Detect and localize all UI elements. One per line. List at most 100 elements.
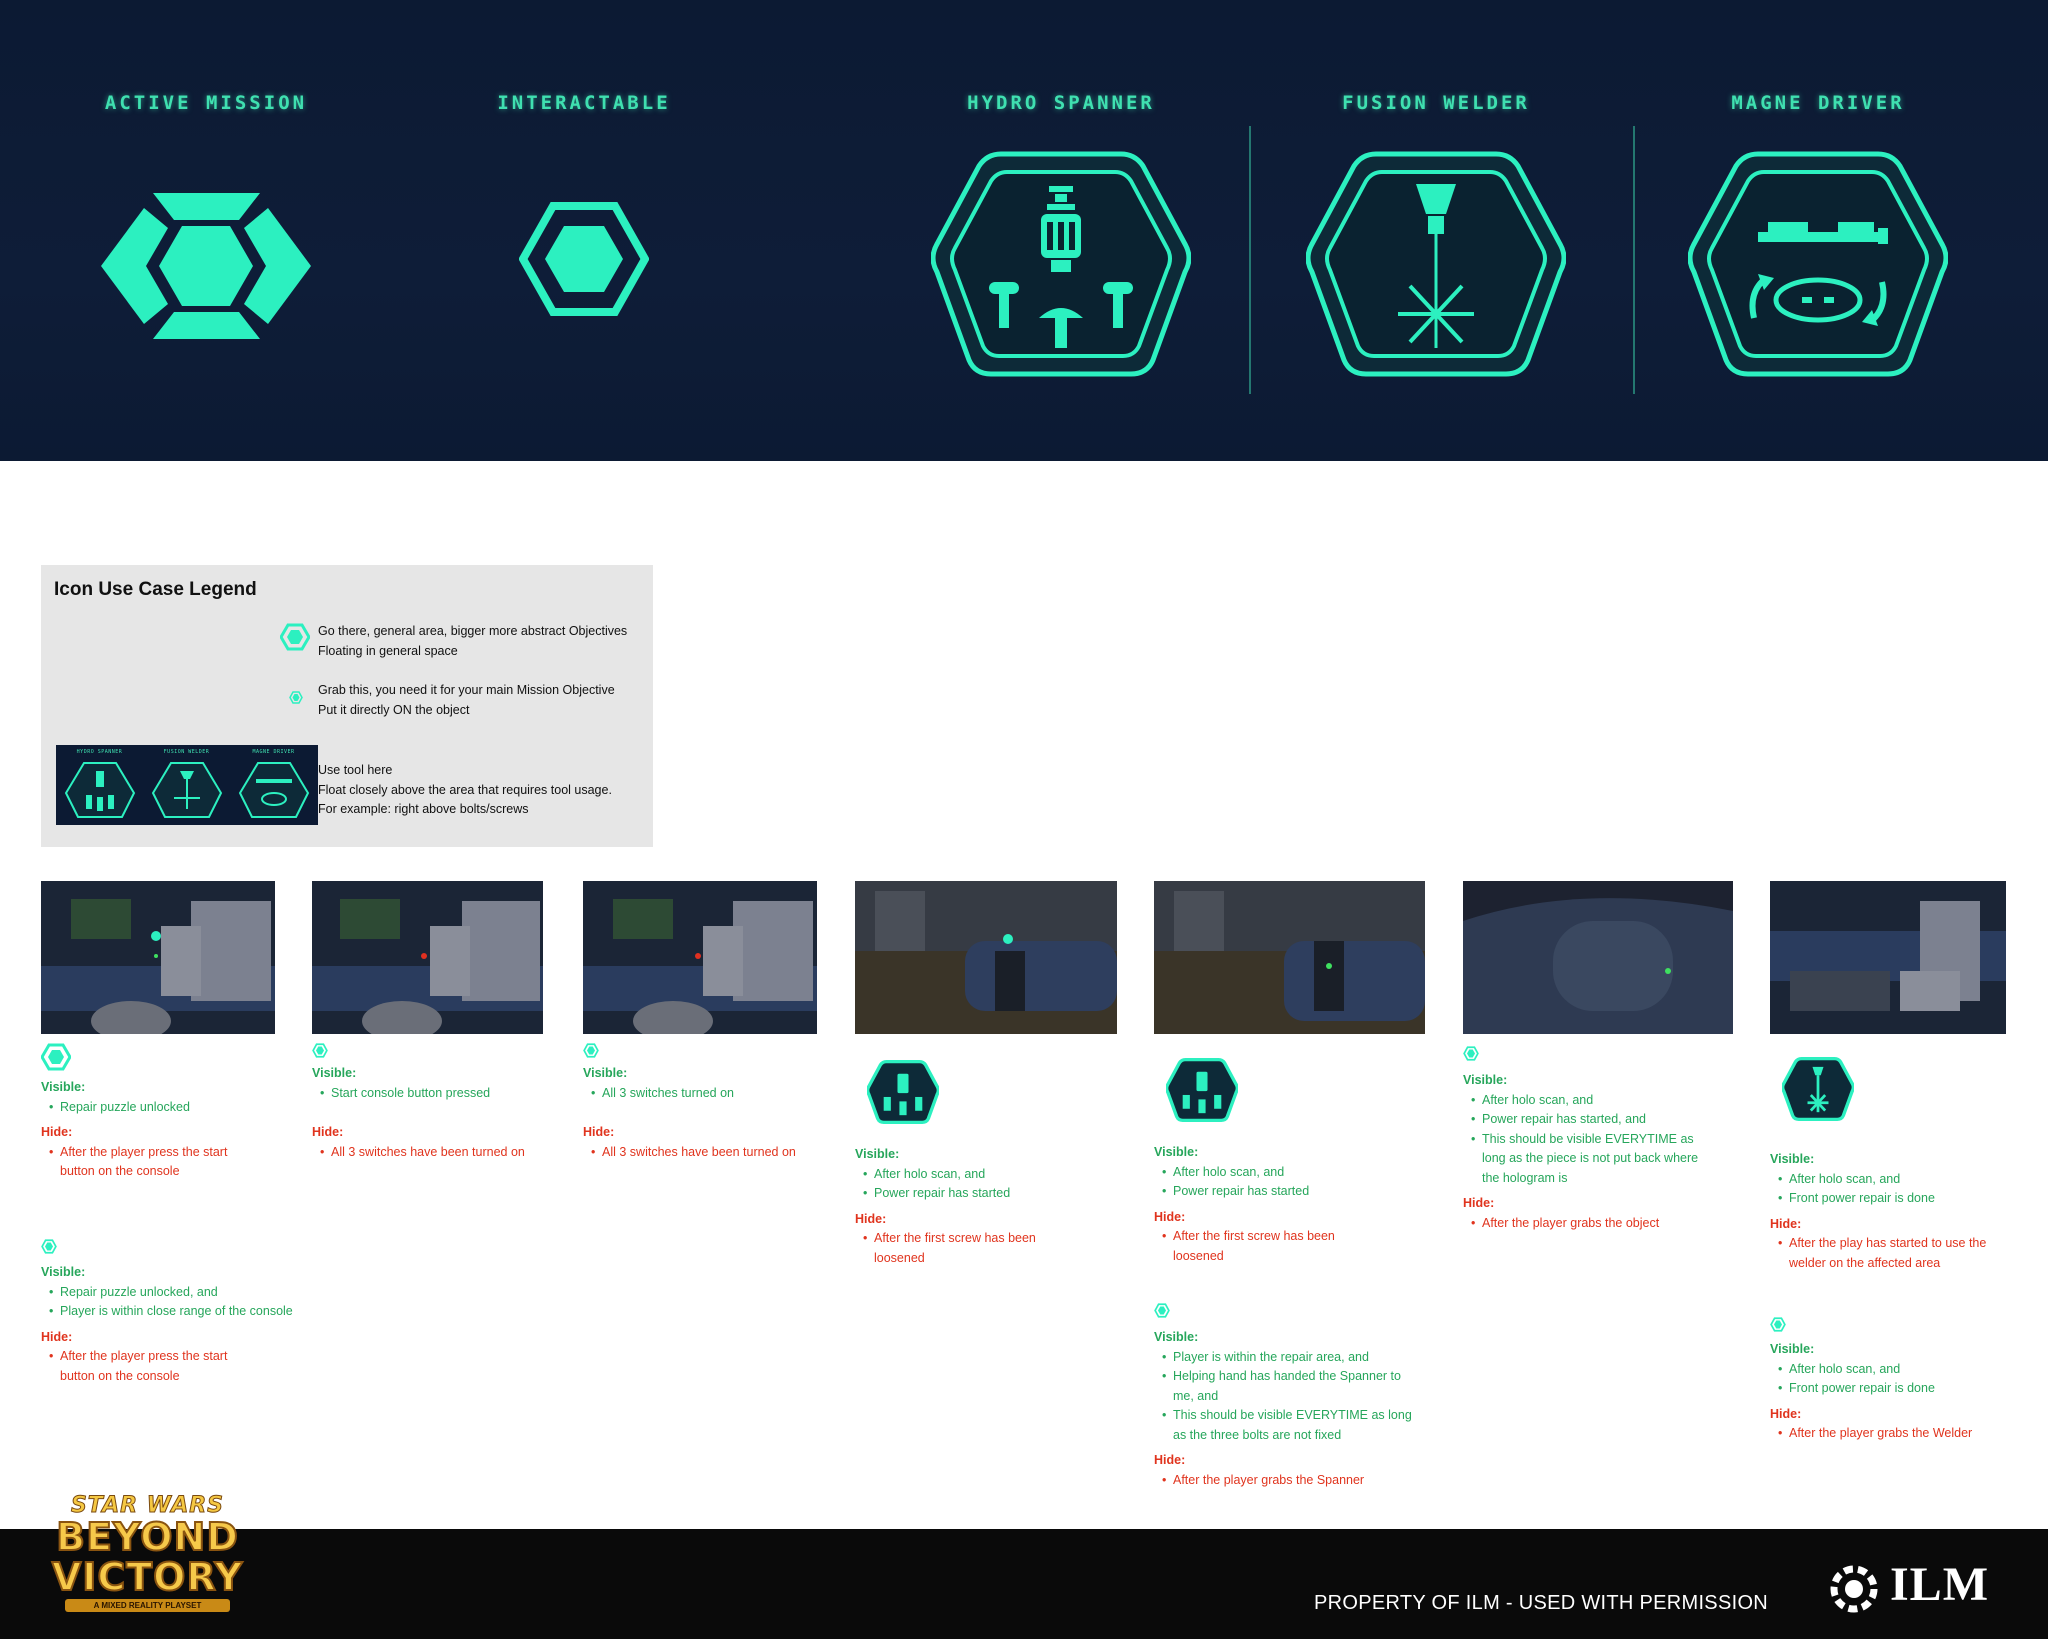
screenshot-1 (41, 881, 275, 1034)
magne-driver-column: MAGNE DRIVER (1680, 0, 1956, 461)
condition-item: All 3 switches have been turned on (320, 1143, 552, 1163)
legend-row-1-line-2: Floating in general space (318, 643, 458, 658)
page: ACTIVE MISSION INTERACTABLE HYDRO SPANNE… (0, 0, 2048, 1639)
visible-label: Visible: (1154, 1145, 1199, 1159)
legend-row-2: Grab this, you need it for your main Mis… (318, 681, 615, 720)
condition-item: After the player grabs the Welder (1778, 1424, 2020, 1444)
legend-row-1-line-1: Go there, general area, bigger more abst… (318, 624, 628, 638)
tool-icons-thumbnail: HYDRO SPANNER FUSION WELDER MAGNE DRIVER (56, 745, 318, 825)
condition-item: Start console button pressed (320, 1084, 552, 1104)
ilm-gear-icon (1830, 1565, 1878, 1613)
fusion-welder-small-icon (1782, 1057, 1854, 1121)
screenshot-7 (1770, 881, 2006, 1034)
visible-label: Visible: (855, 1147, 900, 1161)
condition-item: After the player press the start button … (49, 1347, 249, 1386)
col-7-block-1: Visible: After holo scan, and Front powe… (1770, 1150, 2020, 1273)
interactable-small-icon (289, 691, 303, 704)
condition-item: After holo scan, and (1778, 1360, 2020, 1380)
interactable-column: INTERACTABLE (446, 0, 722, 461)
legend-title: Icon Use Case Legend (54, 579, 257, 600)
condition-item: This should be visible EVERYTIME as long… (1162, 1406, 1424, 1445)
icon-banner: ACTIVE MISSION INTERACTABLE HYDRO SPANNE… (0, 0, 2048, 461)
hydro-spanner-small-icon (867, 1060, 939, 1124)
col-3-block-1: Visible: All 3 switches turned on Hide: … (583, 1064, 823, 1162)
visible-label: Visible: (1463, 1073, 1508, 1087)
interactable-small-icon (1463, 1046, 1479, 1061)
condition-item: After holo scan, and (1778, 1170, 2020, 1190)
legend-row-3-line-2: Float closely above the area that requir… (318, 782, 612, 797)
condition-item: Power repair has started, and (1471, 1110, 1718, 1130)
legend-row-3-line-1: Use tool here (318, 763, 393, 777)
interactable-small-icon (312, 1043, 328, 1058)
hydro-spanner-column: HYDRO SPANNER (923, 0, 1199, 461)
condition-item: After the player press the start button … (49, 1143, 249, 1182)
hydro-spanner-icon (931, 151, 1191, 377)
condition-item: After the first screw has been loosened (1162, 1227, 1362, 1266)
legend-row-3: Use tool here Float closely above the ar… (318, 761, 612, 820)
ilm-logo: ILM (1890, 1558, 1989, 1611)
condition-item: After the player grabs the Spanner (1162, 1471, 1424, 1491)
hide-label: Hide: (1770, 1406, 1802, 1421)
hide-label: Hide: (855, 1211, 887, 1226)
logo-subtitle: A MIXED REALITY PLAYSET (65, 1599, 230, 1612)
hide-label: Hide: (41, 1329, 73, 1344)
visible-label: Visible: (1770, 1152, 1815, 1166)
legend-row-3-line-3: For example: right above bolts/screws (318, 802, 529, 816)
col-4-block-1: Visible: After holo scan, and Power repa… (855, 1145, 1095, 1268)
thumb-label-hydro: HYDRO SPANNER (76, 749, 123, 755)
tool-icons-mini (64, 762, 310, 818)
interactable-title: INTERACTABLE (497, 92, 671, 114)
condition-item: After the play has started to use the we… (1778, 1234, 2008, 1273)
condition-item: Repair puzzle unlocked (49, 1098, 281, 1118)
interactable-small-icon (1154, 1303, 1170, 1318)
visible-label: Visible: (312, 1066, 357, 1080)
fusion-welder-column: FUSION WELDER (1298, 0, 1574, 461)
footer: PROPERTY OF ILM - USED WITH PERMISSION I… (0, 1529, 2048, 1639)
condition-item: Power repair has started (863, 1184, 1095, 1204)
active-mission-icon (101, 193, 311, 339)
condition-item: Front power repair is done (1778, 1189, 2020, 1209)
condition-item: Power repair has started (1162, 1182, 1444, 1202)
condition-item: Player is within the repair area, and (1162, 1348, 1424, 1368)
active-mission-column: ACTIVE MISSION (68, 0, 344, 461)
condition-item: After holo scan, and (1471, 1091, 1718, 1111)
condition-item: After holo scan, and (1162, 1163, 1444, 1183)
condition-item: This should be visible EVERYTIME as long… (1471, 1130, 1718, 1189)
visible-label: Visible: (41, 1265, 86, 1279)
hide-label: Hide: (1154, 1453, 1186, 1467)
legend-row-2-line-1: Grab this, you need it for your main Mis… (318, 683, 615, 697)
fusion-welder-title: FUSION WELDER (1342, 92, 1530, 114)
condition-item: Player is within close range of the cons… (49, 1302, 311, 1322)
col-5-block-2: Visible: Player is within the repair are… (1154, 1328, 1424, 1490)
screenshot-3 (583, 881, 817, 1034)
col-1-block-1: Visible: Repair puzzle unlocked Hide: Af… (41, 1078, 281, 1182)
condition-item: Front power repair is done (1778, 1379, 2020, 1399)
col-6-block-1: Visible: After holo scan, and Power repa… (1463, 1071, 1718, 1233)
thumb-label-fusion: FUSION WELDER (163, 749, 210, 755)
col-5-block-1: Visible: After holo scan, and Power repa… (1154, 1143, 1444, 1266)
hide-label: Hide: (1770, 1216, 1802, 1231)
active-mission-title: ACTIVE MISSION (104, 92, 308, 114)
visible-label: Visible: (583, 1066, 628, 1080)
separator-2 (1633, 126, 1635, 394)
fusion-welder-icon (1306, 151, 1566, 377)
visible-label: Visible: (1770, 1342, 1815, 1356)
magne-driver-title: MAGNE DRIVER (1731, 92, 1905, 114)
condition-item: All 3 switches have been turned on (591, 1143, 823, 1163)
hide-label: Hide: (1154, 1209, 1186, 1224)
hide-label: Hide: (312, 1125, 344, 1139)
condition-item: Helping hand has handed the Spanner to m… (1162, 1367, 1424, 1406)
legend-row-1: Go there, general area, bigger more abst… (318, 622, 627, 661)
col-2-block-1: Visible: Start console button pressed Hi… (312, 1064, 552, 1162)
visible-label: Visible: (41, 1080, 86, 1094)
interactable-icon (519, 202, 649, 316)
screenshot-6 (1463, 881, 1733, 1034)
interactable-small-icon (1770, 1317, 1786, 1332)
hydro-spanner-title: HYDRO SPANNER (967, 92, 1155, 114)
screenshot-5 (1154, 881, 1425, 1034)
col-7-block-2: Visible: After holo scan, and Front powe… (1770, 1340, 2020, 1444)
active-mission-small-icon (41, 1043, 71, 1071)
screenshot-4 (855, 881, 1117, 1034)
thumb-label-magne: MAGNE DRIVER (252, 749, 295, 755)
interactable-small-icon (583, 1043, 599, 1058)
